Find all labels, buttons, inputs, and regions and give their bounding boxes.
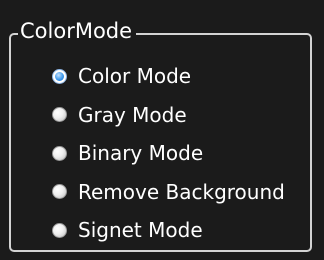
radio-option-color-mode[interactable]: Color Mode (52, 57, 285, 96)
color-mode-panel: ColorMode Color Mode Gray Mode Binary Mo… (0, 0, 324, 260)
radio-unchecked-icon[interactable] (52, 184, 67, 200)
radio-label-color-mode: Color Mode (78, 64, 192, 89)
radio-option-signet-mode[interactable]: Signet Mode (52, 211, 285, 250)
radio-option-binary-mode[interactable]: Binary Mode (52, 134, 285, 173)
radio-option-gray-mode[interactable]: Gray Mode (52, 96, 285, 135)
color-mode-options: Color Mode Gray Mode Binary Mode Remove … (52, 57, 285, 250)
radio-label-signet-mode: Signet Mode (78, 218, 203, 243)
radio-unchecked-icon[interactable] (52, 145, 67, 161)
radio-label-binary-mode: Binary Mode (78, 141, 204, 166)
groupbox-title: ColorMode (18, 16, 137, 46)
radio-checked-icon[interactable] (52, 68, 67, 84)
radio-dot (55, 71, 64, 81)
radio-label-remove-background: Remove Background (78, 179, 285, 204)
radio-label-gray-mode: Gray Mode (78, 102, 187, 127)
radio-unchecked-icon[interactable] (52, 222, 67, 238)
radio-unchecked-icon[interactable] (52, 107, 67, 123)
radio-option-remove-background[interactable]: Remove Background (52, 173, 285, 212)
